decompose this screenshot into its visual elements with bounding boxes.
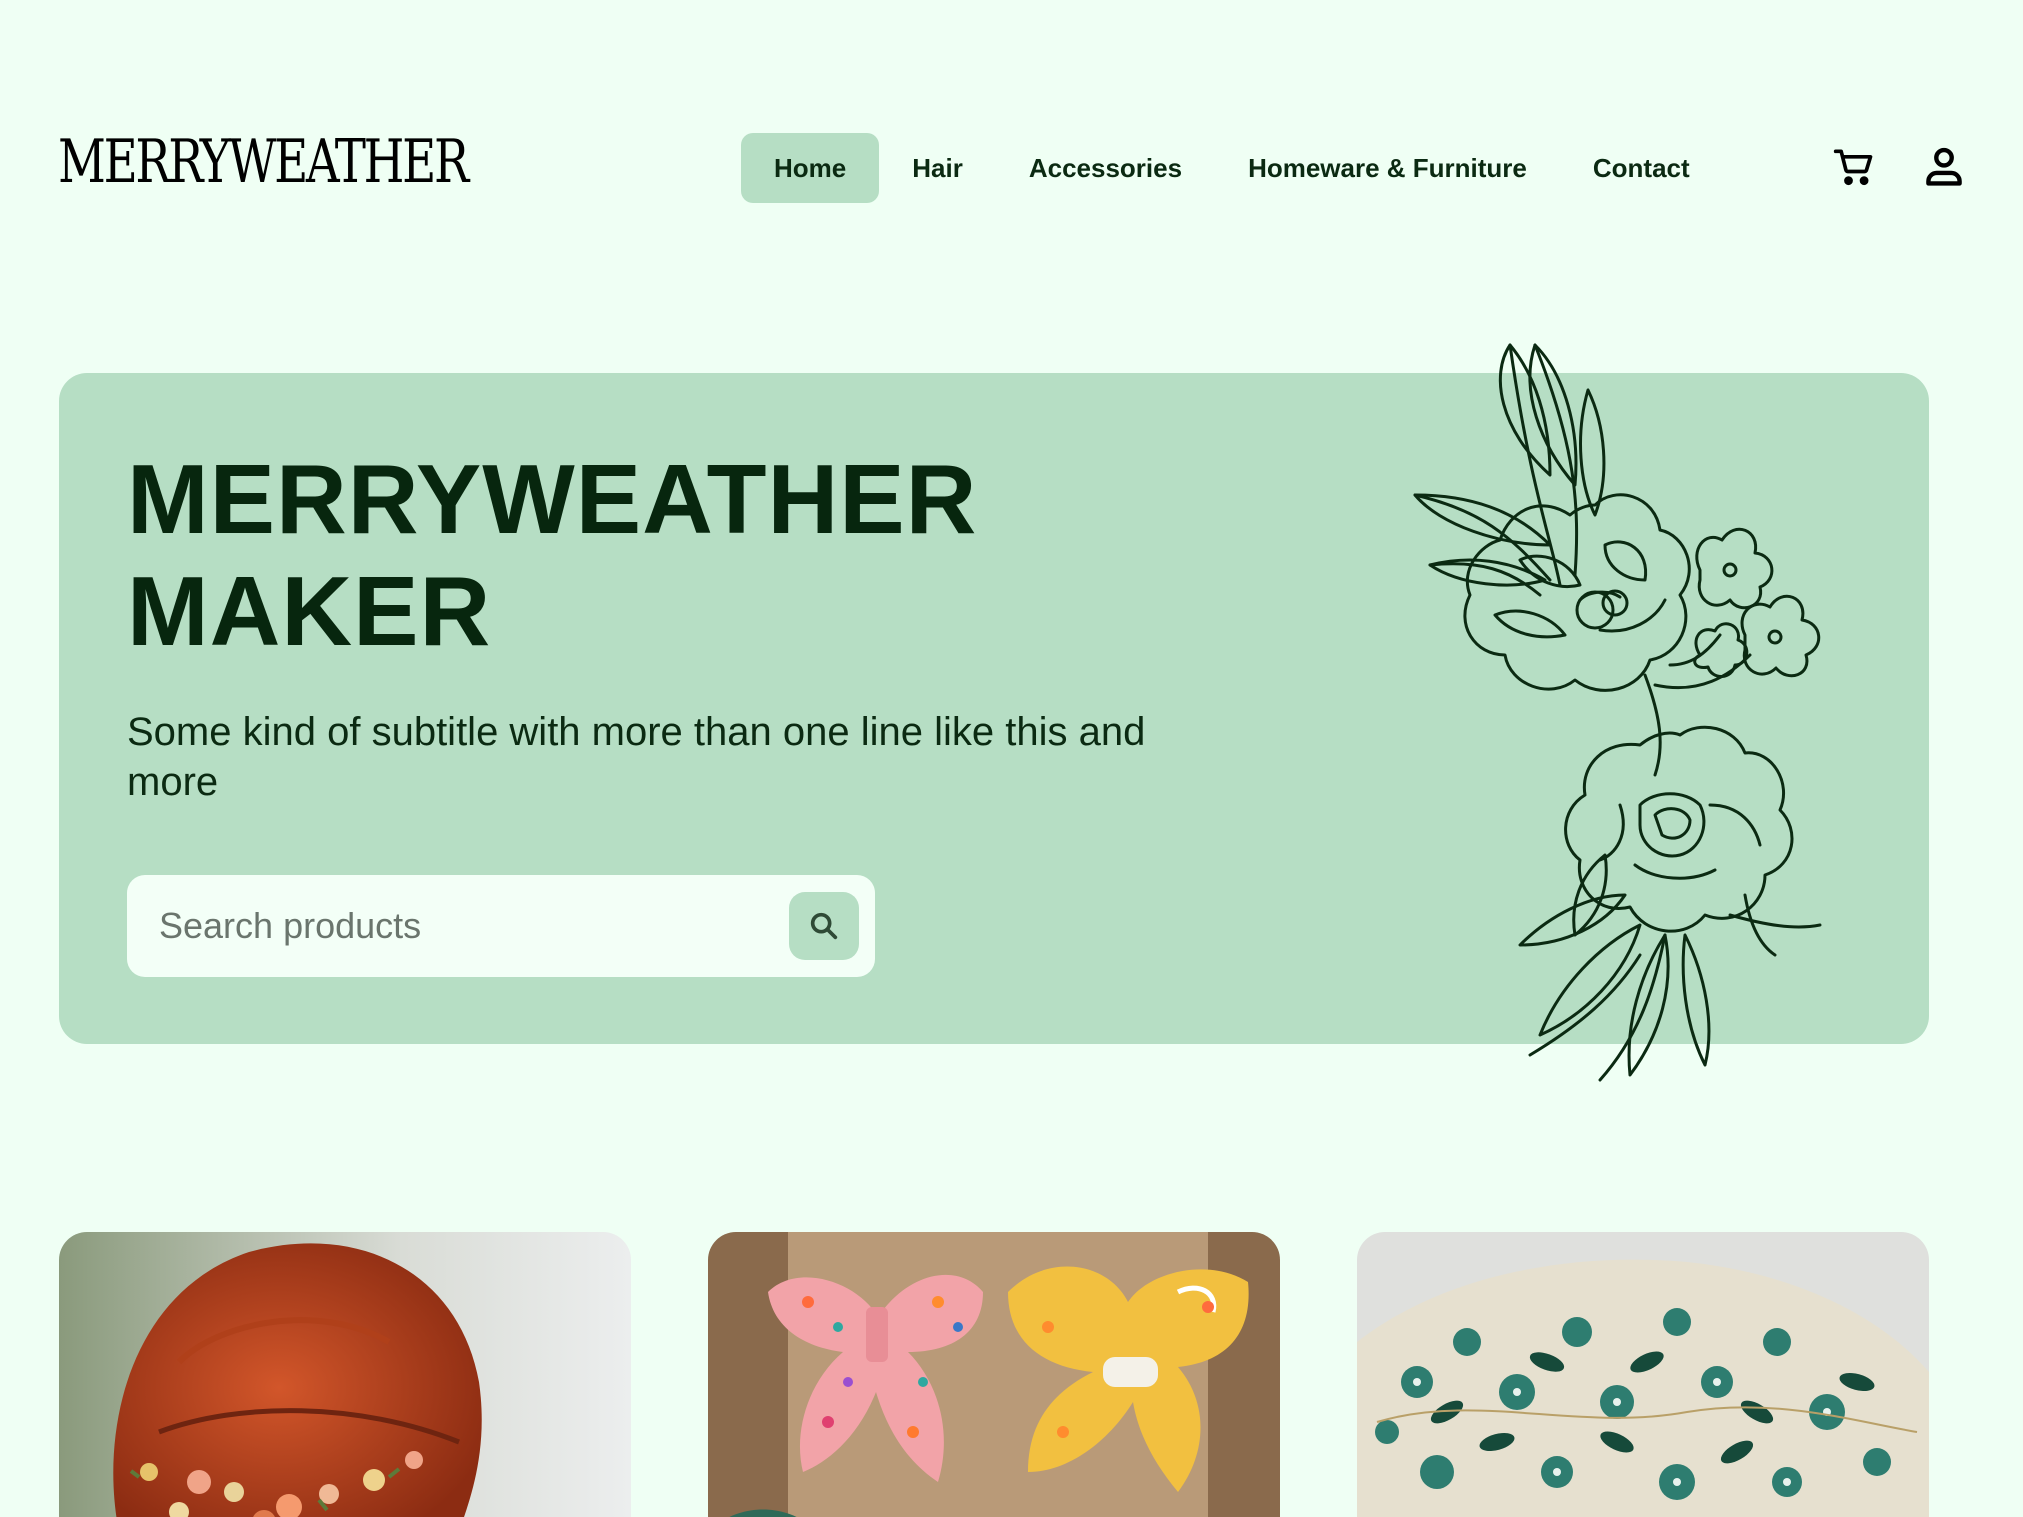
nav-item-contact[interactable]: Contact [1560, 133, 1723, 203]
search-icon [810, 912, 838, 940]
product-card-floral-hat[interactable] [1357, 1232, 1929, 1517]
product-card-hair-bows[interactable] [708, 1232, 1280, 1517]
nav-item-home[interactable]: Home [741, 133, 880, 203]
hero-subtitle: Some kind of subtitle with more than one… [127, 710, 1146, 804]
nav-item-hair[interactable]: Hair [879, 133, 996, 203]
nav-item-accessories[interactable]: Accessories [996, 133, 1215, 203]
hero-title-line-2: MAKER [127, 556, 492, 666]
site-header: MERRYWEATHER Home Hair Accessories Homew… [0, 0, 2023, 340]
product-card-hair-crown[interactable] [59, 1232, 631, 1517]
search-input[interactable] [159, 875, 739, 977]
hero-title-line-1: MERRYWEATHER [127, 444, 978, 554]
account-button[interactable] [1918, 140, 1970, 192]
product-image-hair-bows [708, 1232, 1280, 1517]
search-bar [127, 875, 875, 977]
floral-illustration [1413, 343, 1822, 1082]
search-button[interactable] [789, 892, 859, 960]
product-image-hair-crown [59, 1232, 631, 1517]
hero-title: MERRYWEATHER MAKER [127, 443, 1127, 667]
nav-item-homeware-furniture[interactable]: Homeware & Furniture [1215, 133, 1560, 203]
brand-logo[interactable]: MERRYWEATHER [58, 132, 469, 192]
cart-icon [1833, 149, 1873, 186]
main-nav: Home Hair Accessories Homeware & Furnitu… [741, 133, 1723, 203]
user-icon [1926, 147, 1962, 186]
product-image-floral-hat [1357, 1232, 1929, 1517]
cart-button[interactable] [1828, 140, 1880, 192]
